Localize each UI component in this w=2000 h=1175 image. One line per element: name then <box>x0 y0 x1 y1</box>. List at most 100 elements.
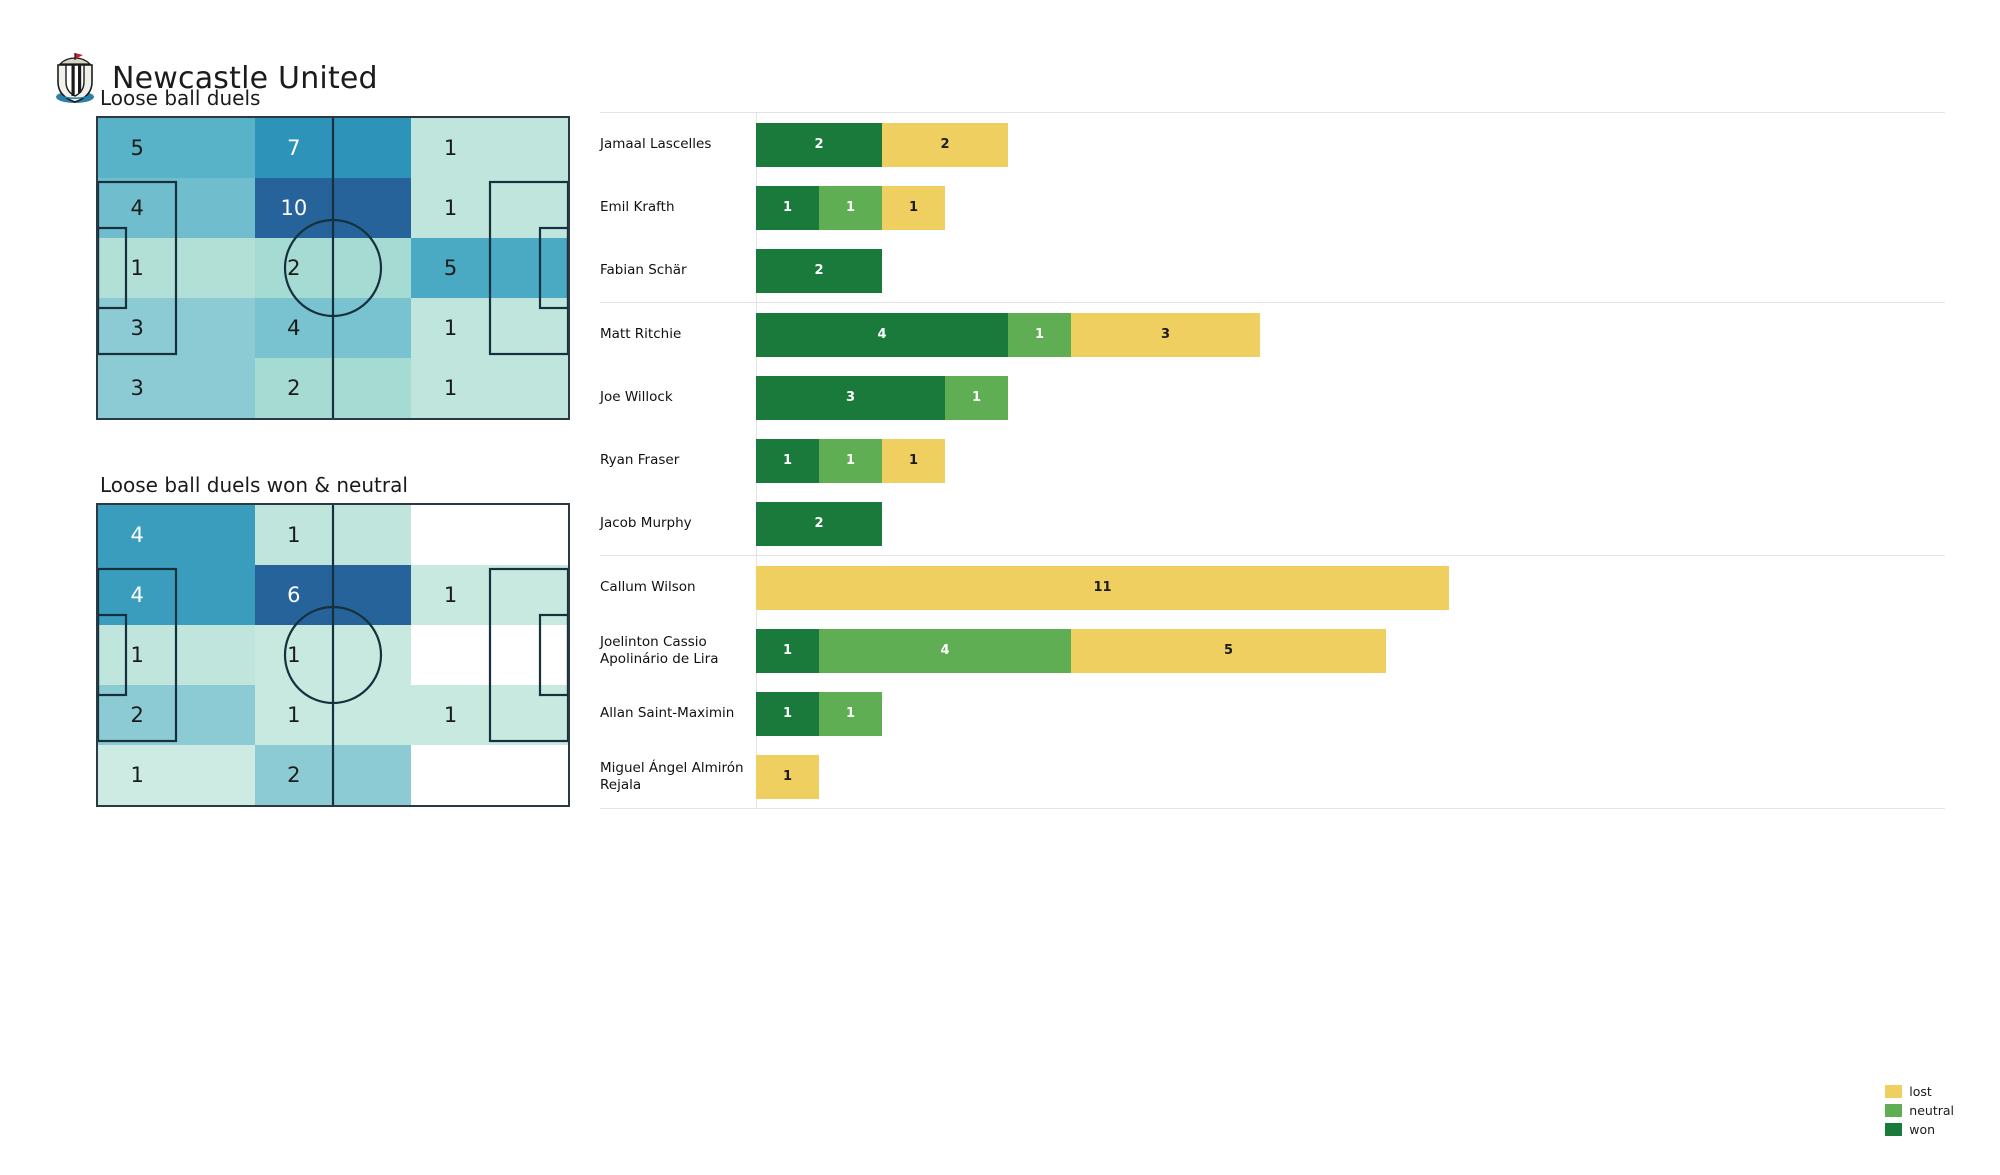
bar-track: 31 <box>756 366 1945 429</box>
bar-segment-neutral[interactable]: 4 <box>819 628 1071 673</box>
heatmap-cell-value: 7 <box>287 135 301 160</box>
heatmap-cell-value: 5 <box>130 135 144 160</box>
heatmap-cell-value: 5 <box>443 255 458 280</box>
player-name-label: Emil Krafth <box>600 199 675 216</box>
heatmap-cell: 5 <box>411 238 568 298</box>
bar-segment-value: 3 <box>1160 327 1171 342</box>
player-group: Matt Ritchie 4 1 3 Joe Willock 3 1 Ryan Fraser 1… <box>600 303 1945 555</box>
bar-segment-won[interactable]: 2 <box>756 501 882 546</box>
bar-segment-value: 1 <box>908 453 919 468</box>
bar-track: 1 <box>756 745 1945 808</box>
heatmap-cell-value: 1 <box>130 255 144 280</box>
table-row[interactable]: Miguel Ángel Almirón Rejala 1 <box>600 745 1945 808</box>
table-row[interactable]: Jacob Murphy 2 <box>600 492 1945 555</box>
table-row[interactable]: Fabian Schär 2 <box>600 239 1945 302</box>
heatmap-cell: 2 <box>98 685 255 745</box>
table-row[interactable]: Joelinton Cassio Apolinário de Lira 1 4 5 <box>600 619 1945 682</box>
heatmap-cell: 4 <box>254 298 412 358</box>
heatmap-cell: 3 <box>98 358 255 418</box>
heatmap-cell <box>411 745 568 805</box>
bar-segment-value: 4 <box>877 327 887 342</box>
bar-track: 1 1 1 <box>756 429 1945 492</box>
heatmap-cell: 1 <box>411 118 568 178</box>
heatmap-cell-value: 4 <box>130 195 144 220</box>
stacked-bar: 31 <box>756 375 1008 420</box>
player-duels-bar-chart: Jamaal Lascelles 2 2 Emil Krafth 1 1 1 Fabian S… <box>600 112 1945 812</box>
table-row[interactable]: Emil Krafth 1 1 1 <box>600 176 1945 239</box>
legend-label: neutral <box>1909 1103 1954 1118</box>
player-name-label: Miguel Ángel Almirón Rejala <box>600 759 744 793</box>
bar-segment-lost[interactable]: 1 <box>756 754 819 799</box>
bar-segment-won[interactable]: 1 <box>756 691 819 736</box>
heatmap-cell: 1 <box>411 178 568 238</box>
heatmap-cell: 1 <box>411 565 568 625</box>
bar-segment-value: 1 <box>971 390 982 405</box>
heatmap-cell-value: 1 <box>287 642 301 667</box>
heatmap-cell: 2 <box>254 358 412 418</box>
legend-item[interactable]: lost <box>1885 1084 1954 1099</box>
table-row[interactable]: Allan Saint-Maximin 1 1 <box>600 682 1945 745</box>
bar-track: 11 <box>756 556 1945 619</box>
heatmap-cell-value: 1 <box>287 522 301 547</box>
heatmap-cell <box>411 625 568 685</box>
bar-segment-lost[interactable]: 3 <box>1071 312 1260 357</box>
legend-swatch <box>1885 1085 1903 1098</box>
heatmap-cell: 1 <box>98 238 255 298</box>
bar-segment-value: 2 <box>814 263 824 278</box>
bar-segment-neutral[interactable]: 1 <box>819 185 882 230</box>
bar-segment-won[interactable]: 2 <box>756 122 882 167</box>
heatmap-cell: 7 <box>254 118 412 178</box>
bar-segment-won[interactable]: 3 <box>756 375 945 420</box>
newcastle-united-crest-icon <box>52 52 98 104</box>
bar-segment-value: 1 <box>845 706 856 721</box>
bar-segment-won[interactable]: 1 <box>756 438 819 483</box>
heatmap-cell-value: 3 <box>130 375 144 400</box>
legend-item[interactable]: won <box>1885 1122 1954 1137</box>
stacked-bar: 2 <box>756 501 882 546</box>
heatmap-cell: 1 <box>411 685 568 745</box>
bar-track: 1 1 1 <box>756 176 1945 239</box>
heatmap-cell-value: 1 <box>443 375 458 400</box>
heatmap-cell-value: 4 <box>287 315 301 340</box>
table-row[interactable]: Matt Ritchie 4 1 3 <box>600 303 1945 366</box>
player-name-label: Joe Willock <box>600 389 673 406</box>
bar-segment-lost[interactable]: 1 <box>882 185 945 230</box>
bar-segment-value: 1 <box>782 200 793 215</box>
bar-segment-lost[interactable]: 1 <box>882 438 945 483</box>
heatmap-cell-value: 1 <box>443 582 458 607</box>
bar-segment-neutral[interactable]: 1 <box>1008 312 1071 357</box>
bar-segment-lost[interactable]: 2 <box>882 122 1008 167</box>
legend-item[interactable]: neutral <box>1885 1103 1954 1118</box>
bar-segment-value: 2 <box>814 137 824 152</box>
bar-segment-neutral[interactable]: 1 <box>945 375 1008 420</box>
table-row[interactable]: Callum Wilson 11 <box>600 556 1945 619</box>
heatmap-cell-value: 2 <box>287 255 301 280</box>
table-row[interactable]: Jamaal Lascelles 2 2 <box>600 113 1945 176</box>
table-row[interactable]: Ryan Fraser 1 1 1 <box>600 429 1945 492</box>
player-group: Jamaal Lascelles 2 2 Emil Krafth 1 1 1 Fabian S… <box>600 113 1945 302</box>
heatmap-cell: 1 <box>411 298 568 358</box>
bar-track: 2 <box>756 239 1945 302</box>
bar-segment-won[interactable]: 2 <box>756 248 882 293</box>
player-name-label: Fabian Schär <box>600 262 687 279</box>
heatmap-cell-value: 2 <box>287 375 301 400</box>
heatmap-cell-value: 6 <box>287 582 301 607</box>
bar-segment-lost[interactable]: 5 <box>1071 628 1386 673</box>
bar-segment-value: 1 <box>845 453 856 468</box>
heatmap-cell: 4 <box>98 178 255 238</box>
stacked-bar: 22 <box>756 122 1008 167</box>
heatmap-cell-value: 1 <box>443 135 458 160</box>
bar-segment-won[interactable]: 1 <box>756 185 819 230</box>
bar-segment-neutral[interactable]: 1 <box>819 438 882 483</box>
bar-segment-value: 1 <box>845 200 856 215</box>
bar-segment-won[interactable]: 1 <box>756 628 819 673</box>
bar-segment-neutral[interactable]: 1 <box>819 691 882 736</box>
stacked-bar: 2 <box>756 248 882 293</box>
bar-segment-won[interactable]: 4 <box>756 312 1008 357</box>
table-row[interactable]: Joe Willock 3 1 <box>600 366 1945 429</box>
heatmap-cell: 1 <box>254 505 412 565</box>
chart-legend: lost neutral won <box>1885 1084 1954 1137</box>
bar-segment-lost[interactable]: 11 <box>756 565 1449 610</box>
bar-track: 11 <box>756 682 1945 745</box>
heatmap-cell: 1 <box>98 625 255 685</box>
